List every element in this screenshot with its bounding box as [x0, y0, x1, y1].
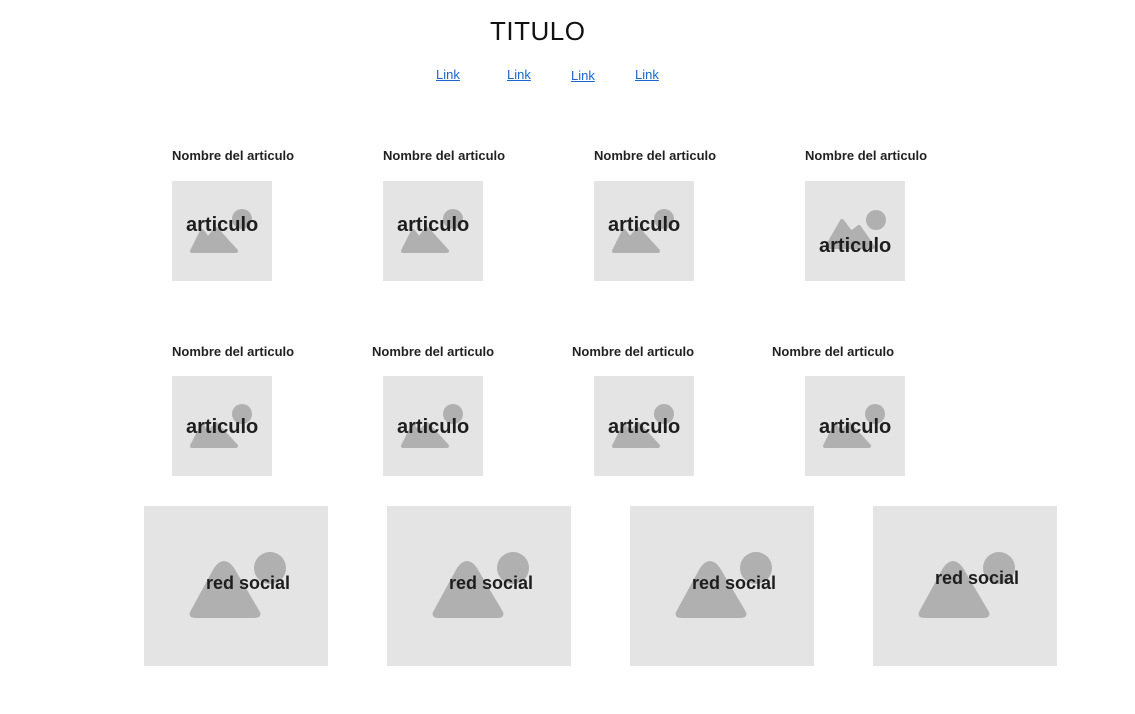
article-thumbnail[interactable]: articulo: [805, 181, 905, 281]
social-thumbnail[interactable]: red social: [873, 506, 1057, 666]
article-name: Nombre del articulo: [772, 344, 895, 359]
article-name: Nombre del articulo: [172, 344, 295, 359]
article-thumbnail[interactable]: articulo: [383, 376, 483, 476]
article-label: articulo: [608, 214, 681, 236]
article-label: articulo: [397, 214, 470, 236]
article-name: Nombre del articulo: [594, 148, 717, 163]
article-thumbnail[interactable]: articulo: [383, 181, 483, 281]
nav-link-4[interactable]: Link: [635, 67, 659, 82]
article-name: Nombre del articulo: [383, 148, 506, 163]
image-placeholder-icon: [825, 210, 886, 249]
social-thumbnail[interactable]: red social: [630, 506, 814, 666]
social-thumbnail[interactable]: red social: [387, 506, 571, 666]
social-label: red social: [935, 568, 1020, 588]
article-name: Nombre del articulo: [572, 344, 695, 359]
article-label: articulo: [819, 416, 892, 438]
article-thumbnail[interactable]: articulo: [594, 181, 694, 281]
nav-link-1[interactable]: Link: [436, 67, 460, 82]
article-thumbnail[interactable]: articulo: [805, 376, 905, 476]
article-label: articulo: [186, 416, 259, 438]
article-thumbnail[interactable]: articulo: [172, 181, 272, 281]
nav-link-2[interactable]: Link: [507, 67, 531, 82]
social-label: red social: [692, 573, 777, 593]
social-thumbnail[interactable]: red social: [144, 506, 328, 666]
article-thumbnail[interactable]: articulo: [594, 376, 694, 476]
article-label: articulo: [186, 214, 259, 236]
article-name: Nombre del articulo: [805, 148, 928, 163]
article-label: articulo: [397, 416, 470, 438]
article-label: articulo: [819, 235, 892, 257]
social-label: red social: [449, 573, 534, 593]
social-label: red social: [206, 573, 291, 593]
page-title: TITULO: [490, 16, 586, 46]
article-thumbnail[interactable]: articulo: [172, 376, 272, 476]
article-name: Nombre del articulo: [172, 148, 295, 163]
article-name: Nombre del articulo: [372, 344, 495, 359]
nav-link-3[interactable]: Link: [571, 68, 595, 83]
article-label: articulo: [608, 416, 681, 438]
